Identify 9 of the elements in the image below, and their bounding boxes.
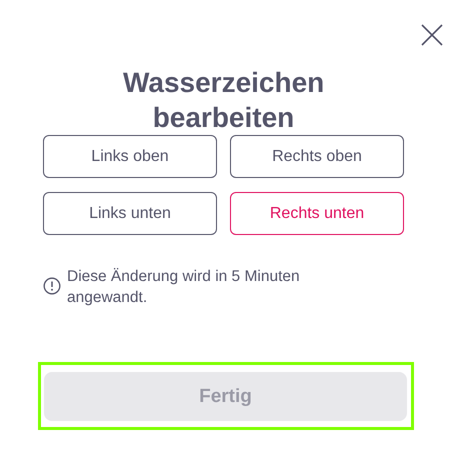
position-option[interactable]: Rechts oben	[230, 135, 404, 178]
close-button[interactable]	[421, 24, 443, 46]
position-option[interactable]: Rechts unten	[230, 192, 404, 235]
info-text: Diese Änderung wird in 5 Minuten angewandt.	[67, 267, 301, 308]
position-option[interactable]: Links oben	[43, 135, 217, 178]
dialog-title: Wasserzeichen bearbeiten	[122, 66, 326, 135]
close-icon	[421, 24, 443, 46]
position-option[interactable]: Links unten	[43, 192, 217, 235]
info-icon	[43, 277, 61, 295]
